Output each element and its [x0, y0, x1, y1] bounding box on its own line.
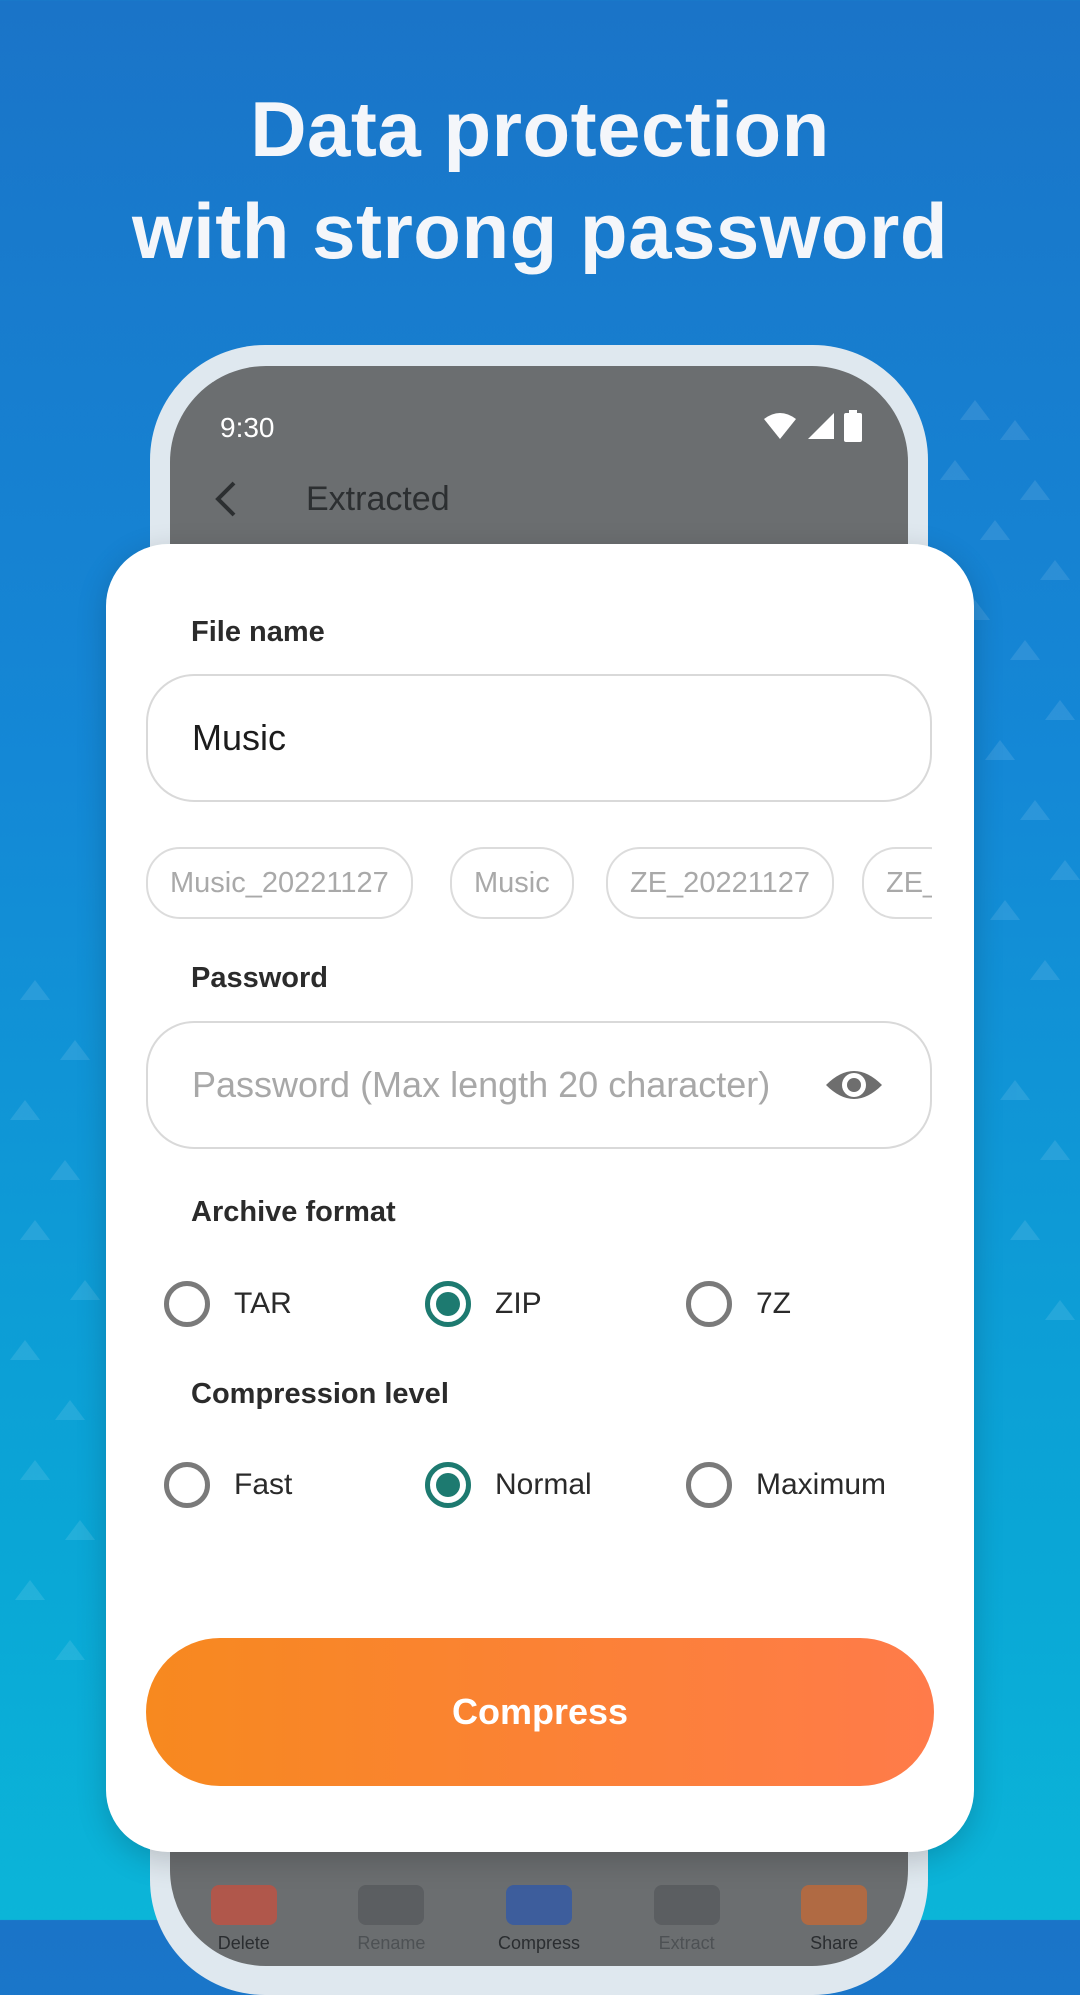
suggestion-chip[interactable]: Music_20221127 — [146, 847, 413, 919]
rename-icon — [358, 1885, 425, 1925]
wifi-icon — [764, 413, 796, 439]
headline: Data protection with strong password — [0, 78, 1080, 282]
signal-icon — [808, 413, 834, 439]
bottom-nav-label: Rename — [357, 1933, 426, 1953]
radio-maximum[interactable]: Maximum — [686, 1455, 886, 1515]
suggestion-chip[interactable]: ZE_20221127 — [606, 847, 835, 919]
compress-dialog: File name Music Music_20221127 Music ZE_… — [106, 544, 974, 1852]
radio-normal[interactable]: Normal — [425, 1455, 592, 1515]
extract-icon — [653, 1885, 720, 1925]
battery-icon — [844, 410, 862, 442]
file-name-label: File name — [191, 616, 325, 648]
radio-circle — [686, 1462, 732, 1508]
suggestion-chip[interactable]: ZE_ — [862, 847, 932, 919]
archive-format-label: Archive format — [191, 1196, 396, 1228]
share-icon — [801, 1885, 868, 1925]
radio-circle — [425, 1462, 471, 1508]
archive-format-group: TAR ZIP 7Z — [106, 1274, 974, 1334]
radio-circle — [425, 1281, 471, 1327]
bottom-nav-label: Extract — [658, 1933, 715, 1953]
back-arrow-icon[interactable] — [200, 474, 250, 524]
app-title: Extracted — [306, 479, 450, 518]
password-placeholder: Password (Max length 20 character) — [192, 1064, 771, 1105]
file-name-field[interactable]: Music — [146, 674, 932, 802]
status-time: 9:30 — [220, 412, 275, 443]
radio-tar[interactable]: TAR — [164, 1274, 292, 1334]
trash-icon — [210, 1885, 277, 1925]
bottom-nav-label: Compress — [497, 1933, 580, 1953]
radio-label: 7Z — [756, 1287, 792, 1320]
radio-label: Fast — [234, 1468, 293, 1501]
app-bar: Extracted — [200, 474, 450, 524]
radio-circle — [164, 1462, 210, 1508]
password-label: Password — [191, 962, 328, 994]
radio-7z[interactable]: 7Z — [686, 1274, 791, 1334]
file-name-suggestions: Music_20221127 Music ZE_20221127 ZE_ — [146, 847, 932, 919]
password-field[interactable]: Password (Max length 20 character) — [146, 1021, 932, 1149]
bottom-nav-label: Delete — [217, 1933, 270, 1953]
radio-label: TAR — [234, 1287, 292, 1320]
file-name-value: Music — [192, 717, 287, 758]
compression-level-label: Compression level — [191, 1378, 449, 1410]
radio-circle — [164, 1281, 210, 1327]
radio-fast[interactable]: Fast — [164, 1455, 292, 1515]
suggestion-chip[interactable]: Music — [450, 847, 574, 919]
headline-line-2: with strong password — [131, 187, 949, 275]
status-icons — [762, 410, 862, 442]
radio-label: ZIP — [495, 1287, 542, 1320]
compress-button[interactable]: Compress — [146, 1638, 934, 1786]
radio-label: Maximum — [756, 1468, 887, 1501]
headline-line-1: Data protection — [250, 85, 830, 173]
radio-label: Normal — [495, 1468, 592, 1501]
compress-icon — [505, 1885, 572, 1925]
bottom-nav-label: Share — [810, 1933, 859, 1953]
radio-circle — [686, 1281, 732, 1327]
compression-level-group: Fast Normal Maximum — [106, 1455, 974, 1515]
eye-icon[interactable] — [824, 1063, 884, 1107]
radio-zip[interactable]: ZIP — [425, 1274, 542, 1334]
